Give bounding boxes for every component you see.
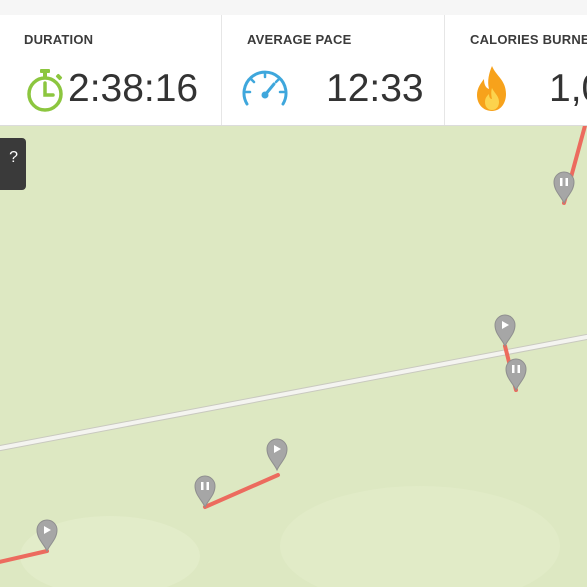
calories-stat: CALORIES BURNED 1,0 [444,15,587,125]
stats-bar: DURATION 2:38:16 AVERAGE PACE 12:33 CALO… [0,15,587,126]
route-segment [203,473,280,509]
pause-marker-icon[interactable] [553,171,575,205]
duration-value: 2:38:16 [68,67,199,110]
stopwatch-icon [24,68,66,119]
calories-value: 1,0 [549,67,587,110]
pause-marker-icon[interactable] [505,358,527,392]
route-map[interactable]: ? [0,126,587,587]
calories-label: CALORIES BURNED [470,32,587,47]
flame-icon [472,64,512,119]
top-strip [0,0,587,16]
map-control-button[interactable]: ? [0,138,26,190]
pace-value: 12:33 [326,67,424,110]
activity-page: DURATION 2:38:16 AVERAGE PACE 12:33 CALO… [0,0,587,587]
road [0,334,587,451]
map-canvas [0,126,587,587]
play-marker-icon[interactable] [266,438,288,472]
duration-stat: DURATION 2:38:16 [0,15,222,125]
speedometer-icon [240,66,290,115]
duration-label: DURATION [24,32,94,47]
pace-stat: AVERAGE PACE 12:33 [221,15,445,125]
pace-label: AVERAGE PACE [247,32,352,47]
play-marker-icon[interactable] [494,314,516,348]
